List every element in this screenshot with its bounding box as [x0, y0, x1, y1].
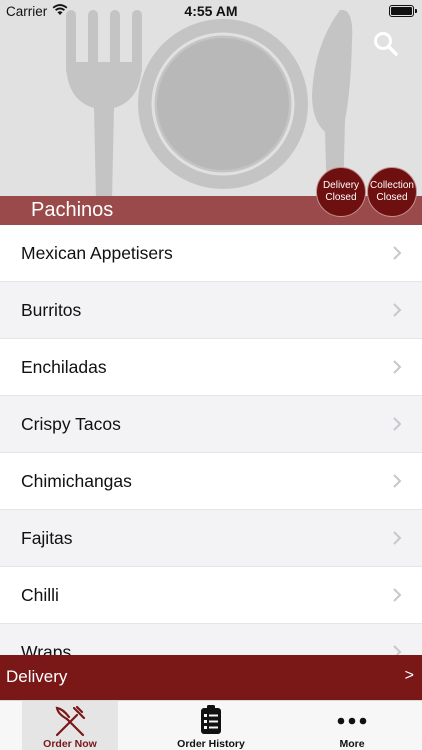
delivery-status-badge: Delivery Closed — [316, 167, 366, 217]
menu-category-item[interactable]: Chilli — [0, 567, 422, 624]
collection-badge-title: Collection — [370, 180, 414, 191]
menu-category-item[interactable]: Fajitas — [0, 510, 422, 567]
more-dots-icon — [337, 717, 367, 725]
fork-knife-icon — [55, 705, 86, 737]
restaurant-name: Pachinos — [31, 199, 114, 221]
chevron-right-icon — [393, 588, 402, 602]
status-bar: Carrier 4:55 AM — [0, 0, 422, 22]
menu-category-label: Crispy Tacos — [21, 413, 121, 434]
chevron-right-icon — [393, 303, 402, 317]
chevron-right-icon — [393, 417, 402, 431]
chevron-right-icon — [393, 474, 402, 488]
tab-more[interactable]: More — [282, 701, 422, 750]
menu-category-label: Wraps — [21, 641, 72, 656]
menu-category-item[interactable]: Mexican Appetisers — [0, 225, 422, 282]
menu-category-label: Fajitas — [21, 527, 73, 548]
menu-category-item[interactable]: Chimichangas — [0, 453, 422, 510]
order-type-arrow-icon: > — [404, 667, 414, 684]
delivery-badge-title: Delivery — [322, 180, 360, 191]
bottom-tab-bar: Order Now Order History More — [0, 700, 422, 750]
menu-category-label: Enchiladas — [21, 356, 107, 377]
collection-badge-status: Closed — [376, 192, 408, 203]
chevron-right-icon — [393, 645, 402, 655]
status-time: 4:55 AM — [184, 3, 238, 19]
tab-order-now-label: Order Now — [43, 738, 97, 750]
menu-category-item[interactable]: Crispy Tacos — [0, 396, 422, 453]
menu-category-list[interactable]: Mexican Appetisers Burritos Enchiladas C… — [0, 225, 422, 655]
menu-category-item[interactable]: Enchiladas — [0, 339, 422, 396]
collection-status-badge: Collection Closed — [367, 167, 417, 217]
tab-more-label: More — [339, 738, 365, 750]
order-type-bar[interactable]: Delivery > — [0, 655, 422, 700]
battery-icon — [389, 5, 417, 17]
menu-category-label: Burritos — [21, 299, 82, 320]
menu-category-label: Chilli — [21, 584, 59, 605]
menu-category-label: Mexican Appetisers — [21, 242, 173, 263]
order-type-label: Delivery — [6, 667, 68, 686]
tab-order-history-label: Order History — [177, 738, 245, 750]
chevron-right-icon — [393, 246, 402, 260]
tab-order-history[interactable]: Order History — [140, 701, 282, 750]
chevron-right-icon — [393, 360, 402, 374]
menu-category-item[interactable]: Burritos — [0, 282, 422, 339]
tab-order-now[interactable]: Order Now — [0, 701, 140, 750]
search-icon[interactable] — [372, 30, 400, 58]
menu-category-item[interactable]: Wraps — [0, 624, 422, 655]
menu-category-label: Chimichangas — [21, 470, 132, 491]
fork-icon — [66, 10, 142, 200]
clipboard-icon — [201, 705, 221, 734]
chevron-right-icon — [393, 531, 402, 545]
hero-header: Carrier 4:55 AM Pachinos Delivery Closed… — [0, 0, 422, 225]
delivery-badge-status: Closed — [325, 192, 357, 203]
